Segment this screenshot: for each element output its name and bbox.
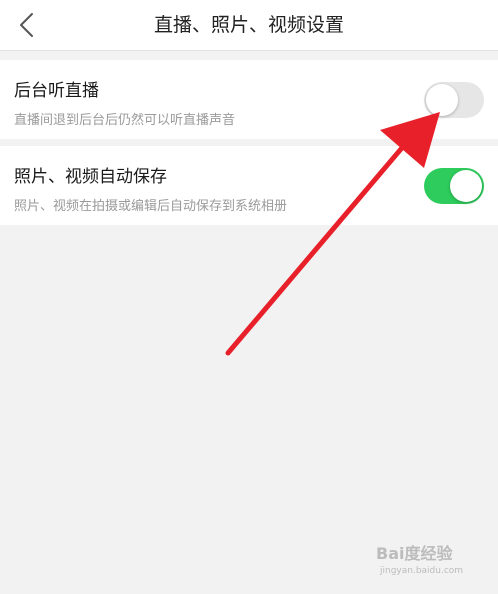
setting-description: 照片、视频在拍摄或编辑后自动保存到系统相册 (14, 199, 288, 214)
setting-title: 照片、视频自动保存 (14, 167, 167, 187)
auto-save-toggle[interactable] (424, 168, 484, 204)
setting-row-auto-save: 照片、视频自动保存 照片、视频在拍摄或编辑后自动保存到系统相册 (0, 146, 498, 225)
background-live-toggle[interactable] (424, 82, 484, 118)
chevron-left-icon (20, 13, 33, 37)
setting-row-background-live: 后台听直播 直播间退到后台后仍然可以听直播声音 (0, 60, 498, 139)
back-button[interactable] (14, 11, 42, 39)
watermark: Bai度经验 jingyan.baidu.com (376, 540, 468, 580)
watermark-logo: Bai度经验 (376, 544, 453, 563)
toggle-knob (426, 84, 458, 116)
page-title: 直播、照片、视频设置 (153, 14, 344, 36)
toggle-knob (450, 170, 482, 202)
setting-title: 后台听直播 (14, 81, 99, 101)
setting-description: 直播间退到后台后仍然可以听直播声音 (14, 113, 236, 128)
navigation-bar: 直播、照片、视频设置 (0, 0, 498, 51)
watermark-url: jingyan.baidu.com (380, 566, 464, 576)
